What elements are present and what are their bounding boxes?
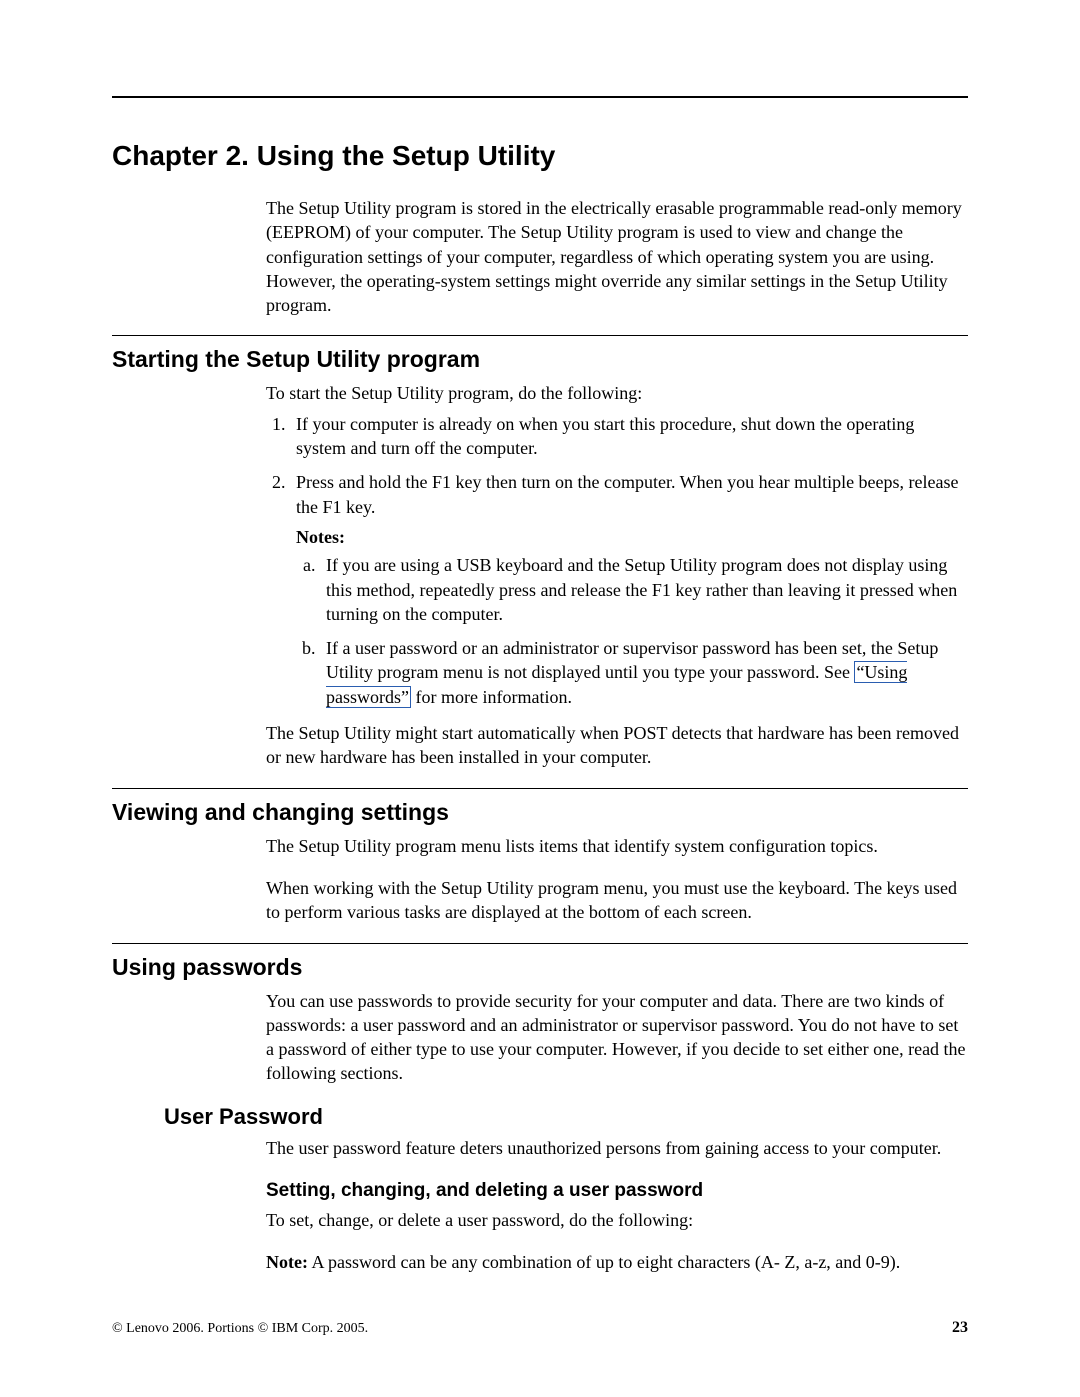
notes-label: Notes: bbox=[296, 525, 968, 549]
page: Chapter 2. Using the Setup Utility The S… bbox=[0, 0, 1080, 1397]
paragraph: The user password feature deters unautho… bbox=[266, 1136, 968, 1160]
list-item: If a user password or an administrator o… bbox=[320, 636, 968, 709]
page-number: 23 bbox=[952, 1319, 968, 1337]
chapter-intro: The Setup Utility program is stored in t… bbox=[266, 196, 968, 317]
heading-starting: Starting the Setup Utility program bbox=[112, 346, 968, 373]
heading-user-password: User Password bbox=[164, 1104, 968, 1130]
heading-viewing: Viewing and changing settings bbox=[112, 799, 968, 826]
note-text: A password can be any combination of up … bbox=[308, 1252, 900, 1272]
user-password-body: The user password feature deters unautho… bbox=[266, 1136, 968, 1275]
section-view-body: The Setup Utility program menu lists ite… bbox=[266, 834, 968, 925]
note-text-pre: If a user password or an administrator o… bbox=[326, 638, 938, 682]
heading-passwords: Using passwords bbox=[112, 954, 968, 981]
section-rule bbox=[112, 335, 968, 336]
paragraph: The Setup Utility program menu lists ite… bbox=[266, 834, 968, 858]
section-rule bbox=[112, 943, 968, 944]
paragraph: The Setup Utility program is stored in t… bbox=[266, 196, 968, 317]
list-item: Press and hold the F1 key then turn on t… bbox=[290, 470, 968, 709]
footer: © Lenovo 2006. Portions © IBM Corp. 2005… bbox=[112, 1319, 968, 1337]
list-item: If you are using a USB keyboard and the … bbox=[320, 553, 968, 626]
paragraph: When working with the Setup Utility prog… bbox=[266, 876, 968, 925]
section-rule bbox=[112, 788, 968, 789]
list-item: If your computer is already on when you … bbox=[290, 412, 968, 461]
note-paragraph: Note: A password can be any combination … bbox=[266, 1250, 968, 1274]
section-pw-body: You can use passwords to provide securit… bbox=[266, 989, 968, 1086]
list-item-text: Press and hold the F1 key then turn on t… bbox=[296, 472, 959, 516]
paragraph: To start the Setup Utility program, do t… bbox=[266, 381, 968, 405]
paragraph: The Setup Utility might start automatica… bbox=[266, 721, 968, 770]
copyright: © Lenovo 2006. Portions © IBM Corp. 2005… bbox=[112, 1321, 368, 1337]
paragraph: You can use passwords to provide securit… bbox=[266, 989, 968, 1086]
section-start-body: To start the Setup Utility program, do t… bbox=[266, 381, 968, 769]
top-rule bbox=[112, 96, 968, 98]
heading-setting-user-password: Setting, changing, and deleting a user p… bbox=[266, 1178, 968, 1204]
notes-list: If you are using a USB keyboard and the … bbox=[296, 553, 968, 709]
paragraph: To set, change, or delete a user passwor… bbox=[266, 1208, 968, 1232]
note-label: Note: bbox=[266, 1252, 308, 1272]
chapter-title: Chapter 2. Using the Setup Utility bbox=[112, 140, 968, 172]
ordered-list: If your computer is already on when you … bbox=[266, 412, 968, 709]
note-text-post: for more information. bbox=[411, 687, 572, 707]
